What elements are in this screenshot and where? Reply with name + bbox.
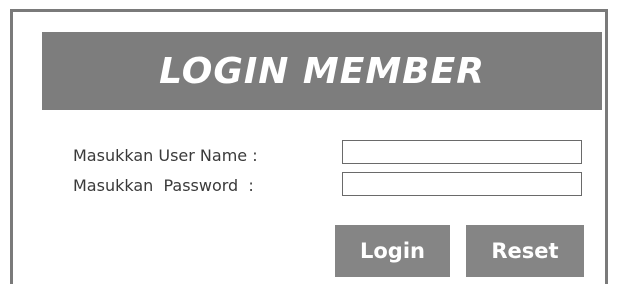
- username-input[interactable]: [342, 140, 582, 164]
- password-input[interactable]: [342, 172, 582, 196]
- login-header: LOGIN MEMBER: [42, 32, 602, 110]
- page-title: LOGIN MEMBER: [159, 50, 485, 92]
- login-button[interactable]: Login: [335, 225, 450, 277]
- reset-button[interactable]: Reset: [466, 225, 584, 277]
- password-label: Masukkan Password :: [73, 176, 254, 195]
- username-label: Masukkan User Name :: [73, 146, 258, 165]
